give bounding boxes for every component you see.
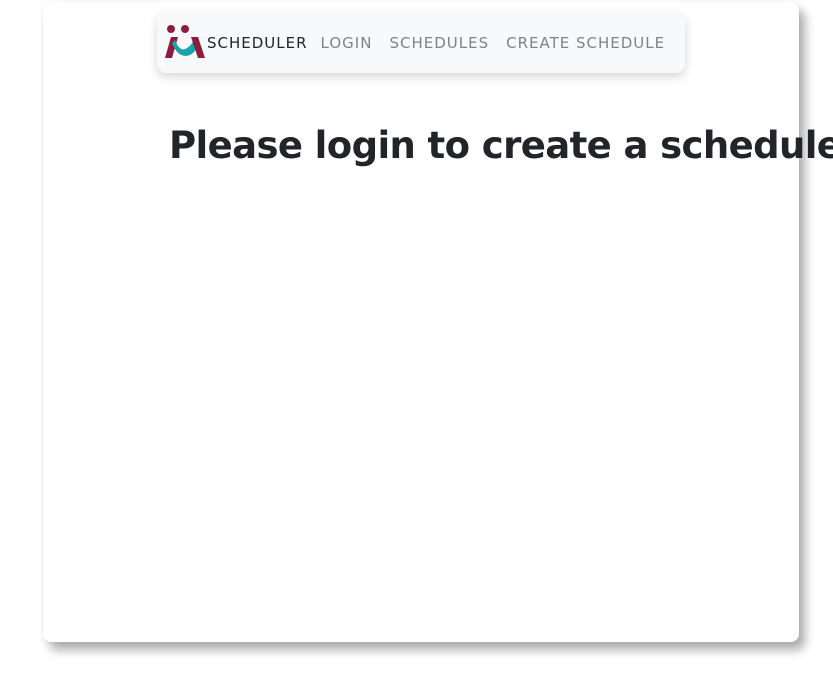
login-required-message: Please login to create a schedule. xyxy=(169,124,833,167)
nav-links: LOGIN SCHEDULES CREATE SCHEDULE xyxy=(321,34,683,52)
scheduler-logo-icon xyxy=(165,25,205,58)
brand-name: SCHEDULER xyxy=(207,33,308,52)
page-card xyxy=(43,2,799,642)
navbar: SCHEDULER LOGIN SCHEDULES CREATE SCHEDUL… xyxy=(157,12,685,73)
nav-schedules-link[interactable]: SCHEDULES xyxy=(389,34,489,52)
nav-login-link[interactable]: LOGIN xyxy=(321,34,373,52)
nav-create-schedule-link[interactable]: CREATE SCHEDULE xyxy=(506,34,665,52)
brand-link[interactable]: SCHEDULER xyxy=(161,23,308,62)
